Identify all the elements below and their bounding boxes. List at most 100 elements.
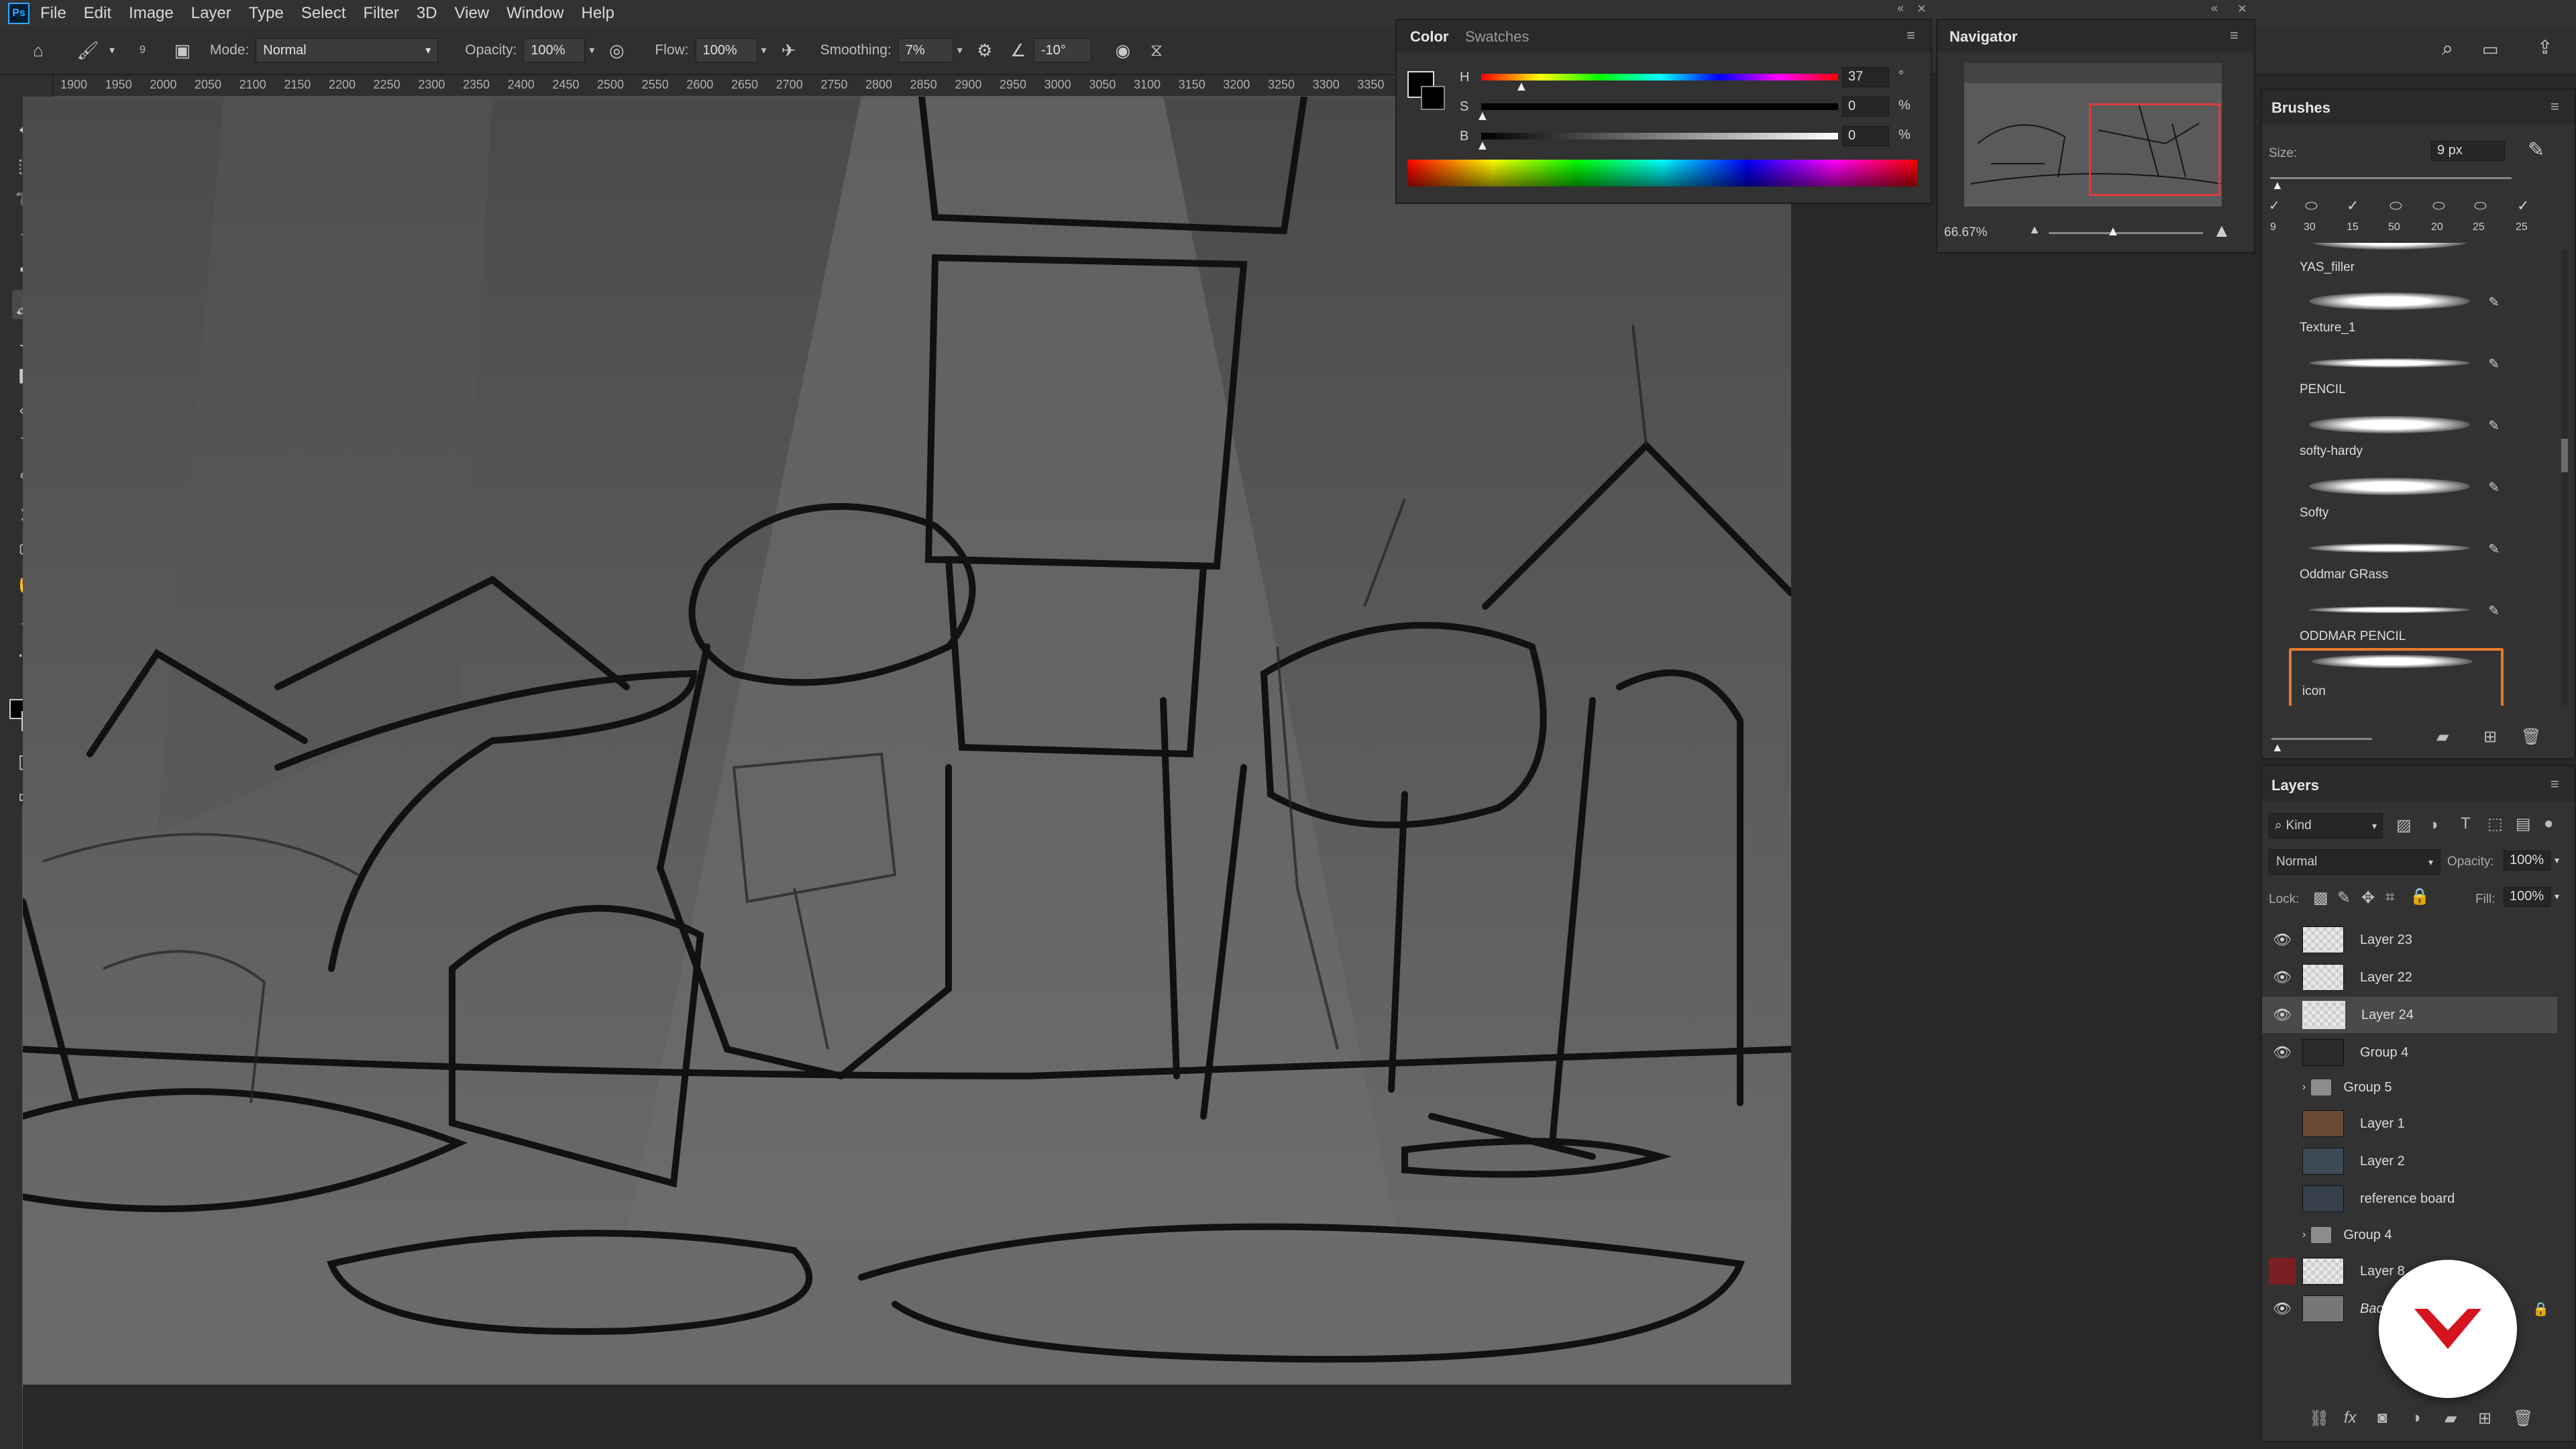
new-group-icon[interactable]: ▰: [2445, 1409, 2457, 1428]
brush-item[interactable]: ✎ softy-hardy: [2289, 409, 2504, 471]
menu-edit[interactable]: Edit: [84, 4, 111, 23]
angle-input[interactable]: -10°: [1033, 38, 1091, 62]
preset-tip-2[interactable]: ⬭: [2305, 197, 2318, 215]
navigator-thumbnail[interactable]: [1964, 63, 2222, 207]
chevron-down-icon[interactable]: ▾: [957, 44, 963, 57]
layer-row[interactable]: reference board: [2262, 1181, 2557, 1217]
zoom-out-icon[interactable]: ▲: [2029, 223, 2041, 237]
background-color-chip[interactable]: [1421, 86, 1445, 110]
lock-transparent-icon[interactable]: ▩: [2313, 888, 2328, 908]
tab-swatches[interactable]: Swatches: [1465, 28, 1529, 46]
panel-menu-icon[interactable]: ≡: [2551, 775, 2559, 793]
saturation-slider-handle[interactable]: ▲: [1476, 109, 1489, 124]
layer-style-fx-icon[interactable]: fx: [2344, 1409, 2357, 1428]
saturation-input[interactable]: 0: [1842, 97, 1889, 117]
visibility-toggle[interactable]: [2269, 1258, 2296, 1285]
pencil-icon[interactable]: ✎: [2488, 294, 2500, 311]
menu-3d[interactable]: 3D: [417, 4, 437, 23]
brush-preview-size-slider[interactable]: [2271, 738, 2372, 740]
layer-group-row[interactable]: › Group 4: [2262, 1217, 2557, 1253]
pencil-icon[interactable]: ✎: [2488, 479, 2500, 496]
chevron-down-icon[interactable]: ▾: [761, 44, 767, 57]
lock-artboard-icon[interactable]: ⌗: [2385, 888, 2395, 907]
panel-menu-icon[interactable]: ≡: [2551, 98, 2559, 115]
layer-name[interactable]: Layer 1: [2360, 1116, 2405, 1132]
new-brush-icon[interactable]: ⊞: [2483, 727, 2497, 747]
menu-layer[interactable]: Layer: [191, 4, 231, 23]
brush-settings-icon[interactable]: ✎: [2528, 138, 2544, 162]
hue-slider[interactable]: [1481, 74, 1838, 80]
saturation-slider[interactable]: [1481, 103, 1838, 110]
brightness-slider[interactable]: [1481, 133, 1838, 140]
new-group-icon[interactable]: ▰: [2436, 727, 2449, 747]
delete-icon[interactable]: 🗑: [2521, 727, 2541, 747]
preset-tip-3[interactable]: ✓: [2347, 197, 2359, 215]
pencil-icon[interactable]: ✎: [2488, 602, 2500, 619]
link-layers-icon[interactable]: ⛓: [2309, 1409, 2329, 1428]
lock-position-icon[interactable]: ✥: [2361, 888, 2375, 908]
hue-slider-handle[interactable]: ▲: [1515, 79, 1528, 95]
symmetry-icon[interactable]: ⧖: [1145, 39, 1168, 62]
adjustment-layer-icon[interactable]: ◑: [2411, 1409, 2421, 1428]
close-panel-icon[interactable]: ×: [2238, 0, 2247, 17]
layer-name[interactable]: Layer 22: [2360, 970, 2412, 985]
brush-item[interactable]: ✎ ODDMAR PENCIL: [2289, 594, 2504, 656]
layer-name[interactable]: Group 4: [2360, 1045, 2408, 1061]
brightness-input[interactable]: 0: [1842, 126, 1889, 146]
lock-pixels-icon[interactable]: ✎: [2337, 888, 2351, 908]
add-mask-icon[interactable]: ◙: [2377, 1409, 2387, 1428]
filter-toggle-icon[interactable]: ●: [2544, 814, 2554, 833]
menu-window[interactable]: Window: [506, 4, 564, 23]
chevron-down-icon[interactable]: ▾: [589, 44, 594, 57]
flow-input[interactable]: 100%: [695, 38, 757, 62]
menu-select[interactable]: Select: [301, 4, 346, 23]
brush-item[interactable]: ✎ Texture_1: [2289, 286, 2504, 347]
visibility-eye-icon[interactable]: 👁: [2262, 1006, 2302, 1024]
visibility-eye-icon[interactable]: 👁: [2262, 969, 2302, 986]
navigator-zoom-value[interactable]: 66.67%: [1944, 225, 1987, 240]
pencil-icon[interactable]: ✎: [2488, 417, 2500, 434]
filter-adjustment-icon[interactable]: ◑: [2428, 816, 2438, 835]
preset-tip-4[interactable]: ⬭: [2390, 197, 2402, 215]
brush-settings-toggle-icon[interactable]: ▣: [171, 39, 194, 62]
preset-tip-5[interactable]: ⬭: [2432, 197, 2445, 215]
layer-row[interactable]: 👁 Layer 22: [2262, 959, 2557, 996]
layer-row[interactable]: Layer 2: [2262, 1143, 2557, 1179]
close-panel-icon[interactable]: ×: [1917, 0, 1926, 17]
hue-input[interactable]: 37: [1842, 67, 1889, 87]
preset-tip-7[interactable]: ✓: [2517, 197, 2529, 215]
chevron-right-icon[interactable]: ›: [2302, 1081, 2306, 1093]
gear-icon[interactable]: ⚙: [973, 39, 996, 62]
navigator-zoom-handle[interactable]: ▲: [2106, 224, 2120, 239]
search-icon[interactable]: ⌕: [2442, 38, 2453, 60]
chevron-down-icon[interactable]: ▾: [101, 39, 123, 62]
menu-help[interactable]: Help: [582, 4, 614, 23]
home-icon[interactable]: ⌂: [27, 39, 50, 62]
brush-item[interactable]: ✎ Softy: [2289, 471, 2504, 533]
layer-row-selected[interactable]: 👁 Layer 24: [2262, 997, 2557, 1033]
layer-row[interactable]: 👁 Group 4: [2262, 1034, 2557, 1071]
visibility-eye-icon[interactable]: 👁: [2262, 931, 2302, 949]
opacity-input[interactable]: 100%: [523, 38, 586, 62]
brush-item[interactable]: ✎ PENCIL: [2289, 347, 2504, 409]
photoshop-logo[interactable]: Ps: [8, 3, 30, 24]
layer-name[interactable]: reference board: [2360, 1191, 2455, 1207]
brush-size-slider[interactable]: [2270, 177, 2512, 179]
new-layer-icon[interactable]: ⊞: [2478, 1409, 2491, 1428]
preset-tip-1[interactable]: ✓: [2269, 197, 2280, 214]
navigator-zoom-slider[interactable]: [2049, 232, 2203, 234]
brush-item-selected[interactable]: icon: [2289, 648, 2504, 706]
filter-type-icon[interactable]: T: [2461, 814, 2471, 833]
document-canvas[interactable]: [23, 97, 1791, 1385]
panel-menu-icon[interactable]: ≡: [1907, 27, 1915, 44]
filter-pixel-icon[interactable]: ▨: [2396, 816, 2412, 835]
smoothing-input[interactable]: 7%: [898, 38, 953, 62]
scrollbar-thumb[interactable]: [2561, 439, 2568, 472]
share-icon[interactable]: ⇪: [2537, 36, 2553, 58]
navigator-view-frame[interactable]: [2089, 103, 2220, 196]
brush-item[interactable]: ✎ Oddmar GRass: [2289, 533, 2504, 594]
lock-all-icon[interactable]: 🔒: [2410, 887, 2430, 906]
layer-name[interactable]: Layer 23: [2360, 932, 2412, 948]
menu-image[interactable]: Image: [129, 4, 174, 23]
menu-type[interactable]: Type: [249, 4, 284, 23]
